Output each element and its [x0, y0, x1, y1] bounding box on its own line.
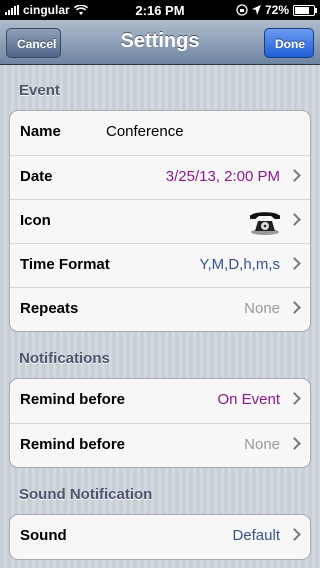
icon-label: Icon — [20, 212, 51, 229]
telephone-icon — [250, 212, 280, 235]
remind-before-row-1[interactable]: Remind before On Event — [10, 379, 310, 423]
rotation-lock-icon — [236, 4, 248, 16]
location-icon — [251, 5, 261, 15]
battery-percent: 72% — [264, 3, 289, 17]
remind-before-value: None — [244, 436, 280, 453]
date-value: 3/25/13, 2:00 PM — [165, 168, 280, 185]
date-label: Date — [20, 168, 53, 185]
time-format-label: Time Format — [20, 256, 110, 273]
icon-row[interactable]: Icon — [10, 199, 310, 243]
remind-before-row-2[interactable]: Remind before None — [10, 423, 310, 467]
sound-value: Default — [232, 527, 280, 544]
remind-before-label: Remind before — [20, 391, 126, 408]
remind-before-label: Remind before — [20, 436, 126, 453]
name-row[interactable]: Name Conference — [10, 111, 310, 155]
section-header-event: Event — [19, 82, 60, 99]
chevron-right-icon — [288, 257, 301, 270]
name-value: Conference — [106, 123, 184, 140]
time-format-value: Y,M,D,h,m,s — [199, 256, 280, 273]
chevron-right-icon — [288, 169, 301, 182]
battery-icon — [293, 4, 317, 16]
status-right: 72% — [236, 3, 317, 17]
repeats-row[interactable]: Repeats None — [10, 287, 310, 331]
battery-fill — [295, 6, 310, 14]
navigation-bar: Cancel Settings Done — [0, 20, 320, 65]
name-label: Name — [20, 123, 61, 140]
sound-label: Sound — [20, 527, 67, 544]
chevron-right-icon — [288, 213, 301, 226]
chevron-right-icon — [288, 392, 301, 405]
sound-row[interactable]: Sound Default — [10, 515, 310, 559]
time-format-row[interactable]: Time Format Y,M,D,h,m,s — [10, 243, 310, 287]
chevron-right-icon — [288, 437, 301, 450]
repeats-value: None — [244, 300, 280, 317]
done-button[interactable]: Done — [264, 28, 314, 58]
chevron-right-icon — [288, 301, 301, 314]
remind-before-value: On Event — [217, 391, 280, 408]
event-group: Name Conference Date 3/25/13, 2:00 PM Ic… — [9, 110, 311, 332]
section-header-sound: Sound Notification — [19, 486, 153, 503]
section-header-notifications: Notifications — [19, 350, 110, 367]
status-bar: cingular 2:16 PM 72% — [0, 0, 320, 20]
chevron-right-icon — [288, 528, 301, 541]
notifications-group: Remind before On Event Remind before Non… — [9, 378, 311, 468]
date-row[interactable]: Date 3/25/13, 2:00 PM — [10, 155, 310, 199]
repeats-label: Repeats — [20, 300, 79, 317]
sound-group: Sound Default — [9, 514, 311, 560]
